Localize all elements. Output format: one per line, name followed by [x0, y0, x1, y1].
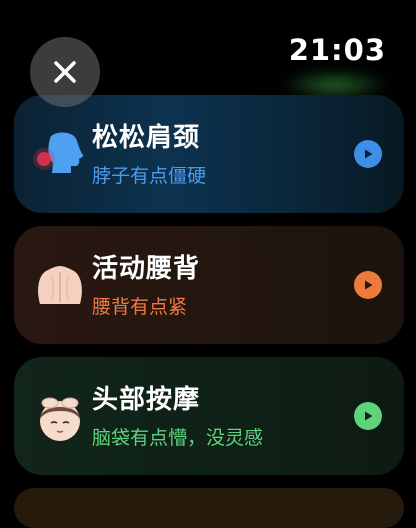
card-subtitle: 腰背有点紧 [92, 296, 188, 318]
status-time: 21:03 [288, 33, 386, 67]
card-title: 松松肩颈 [92, 123, 201, 153]
card-title: 头部按摩 [92, 385, 201, 415]
card-title: 活动腰背 [92, 254, 201, 284]
play-icon [365, 149, 373, 159]
back-icon [38, 266, 82, 304]
card-neck-shoulder[interactable]: 松松肩颈 脖子有点僵硬 [14, 95, 404, 213]
play-icon [365, 411, 373, 421]
card-lower-back[interactable]: 活动腰背 腰背有点紧 [14, 226, 404, 344]
card-subtitle: 脖子有点僵硬 [92, 165, 207, 187]
neck-icon [33, 132, 84, 173]
card-head-massage[interactable]: 头部按摩 脑袋有点懵，没灵感 [14, 357, 404, 475]
play-button[interactable] [354, 271, 382, 299]
head-massage-icon [40, 397, 80, 441]
play-button[interactable] [354, 402, 382, 430]
card-subtitle: 脑袋有点懵，没灵感 [92, 427, 264, 449]
close-button[interactable] [30, 37, 100, 107]
card-next-partial[interactable] [14, 488, 404, 528]
play-button[interactable] [354, 140, 382, 168]
close-icon [54, 61, 76, 83]
play-icon [365, 280, 373, 290]
